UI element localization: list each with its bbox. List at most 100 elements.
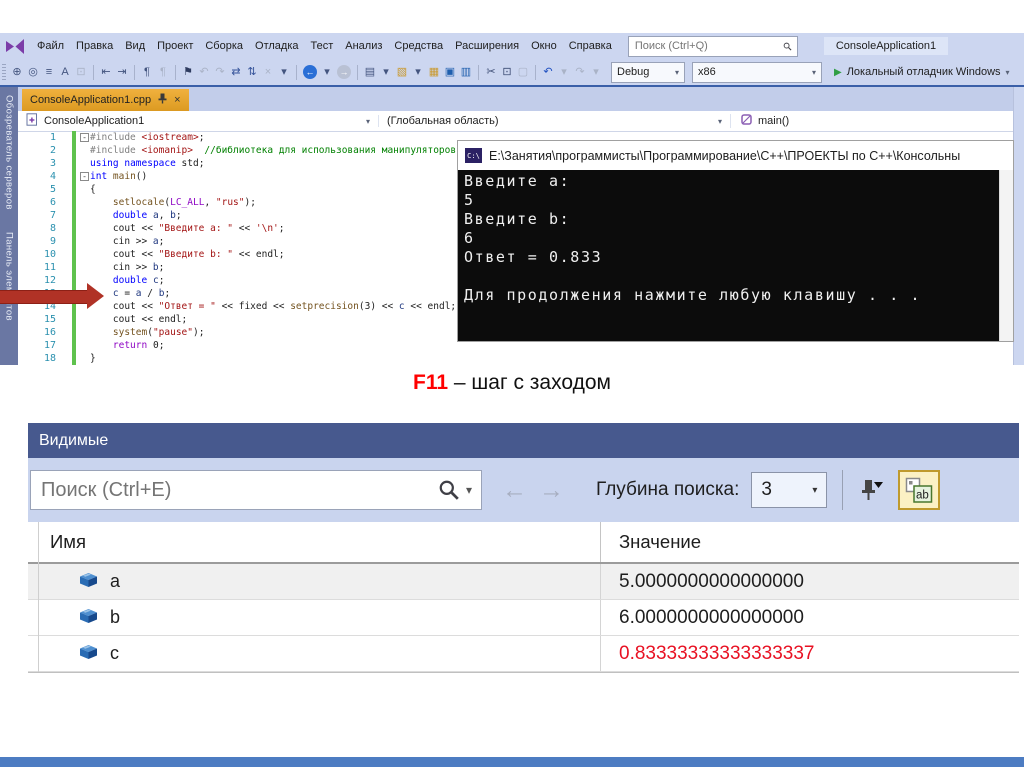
open-file-icon[interactable]: ▦	[427, 64, 442, 81]
variable-row-a[interactable]: a 5.0000000000000000	[28, 564, 1019, 600]
autos-panel-title-bar[interactable]: Видимые	[28, 423, 1019, 458]
project-dropdown[interactable]: ConsoleApplication1 ▾	[18, 113, 378, 129]
add-item-icon[interactable]: ▧	[395, 64, 410, 81]
quick-search[interactable]	[627, 35, 798, 57]
paste-icon[interactable]: ▢	[516, 64, 531, 81]
fold-slot-empty	[79, 222, 90, 235]
nav-back-caret-icon[interactable]: ▾	[320, 64, 335, 81]
menu-item-3[interactable]: Проект	[151, 40, 199, 52]
fold-slot-empty	[79, 157, 90, 170]
nav-back-icon[interactable]: ←	[303, 65, 317, 79]
show-raw-values-toggle[interactable]: ab	[898, 470, 941, 510]
font-size-icon[interactable]: A	[58, 64, 73, 81]
fold-slot-empty	[79, 352, 90, 365]
console-title-bar[interactable]: C:\ E:\Занятия\программисты\Программиров…	[458, 141, 1013, 170]
toolbar-grip-handle[interactable]	[2, 64, 6, 80]
quick-actions-icon[interactable]: ⊕	[10, 64, 25, 81]
nav-forward-icon[interactable]: →	[337, 65, 351, 79]
menu-item-9[interactable]: Расширения	[449, 40, 525, 52]
pin-filter-icon[interactable]	[858, 477, 884, 503]
next-bookmark-icon[interactable]: ↷	[213, 64, 228, 81]
toggle-bookmark-icon[interactable]: ⚑	[181, 64, 196, 81]
variable-cube-icon	[80, 643, 97, 664]
code-text: int main()	[90, 171, 148, 182]
line-number: 9	[49, 236, 56, 247]
menu-item-1[interactable]: Правка	[70, 40, 119, 52]
member-dropdown[interactable]: main()	[730, 114, 799, 128]
search-depth-label: Глубина поиска:	[596, 479, 740, 500]
copy-icon[interactable]: ⊡	[500, 64, 515, 81]
document-tab[interactable]: ConsoleApplication1.cpp ×	[22, 89, 189, 111]
history-back-icon[interactable]: ←	[502, 477, 527, 503]
fold-toggle-icon[interactable]: -	[79, 170, 90, 183]
menu-item-4[interactable]: Сборка	[199, 40, 249, 52]
history-forward-icon[interactable]: →	[539, 477, 564, 503]
toolbar-separator	[357, 64, 358, 80]
variables-table: Имя Значение a 5.0000000000000000 b 6.0000…	[28, 522, 1019, 673]
chevron-down-icon[interactable]: ▾	[466, 483, 472, 497]
new-file-caret-icon[interactable]: ▾	[379, 64, 394, 81]
close-icon[interactable]: ×	[174, 94, 180, 106]
add-item-caret-icon[interactable]: ▾	[411, 64, 426, 81]
outdent-icon[interactable]: ⇤	[99, 64, 114, 81]
toolbar-separator	[535, 64, 536, 80]
uncomment-icon[interactable]: ¶	[156, 64, 171, 81]
clear-bookmarks-icon[interactable]: ×	[261, 64, 276, 81]
platform-dropdown[interactable]: x86 ▾	[692, 61, 822, 83]
redo-caret-icon[interactable]: ▾	[589, 64, 604, 81]
menu-item-11[interactable]: Справка	[563, 40, 618, 52]
overflow-icon[interactable]: ▾	[277, 64, 292, 81]
solution-name: ConsoleApplication1	[823, 37, 949, 55]
chevron-down-icon: ▾	[365, 116, 370, 126]
paste-special-icon[interactable]: ⊡	[74, 64, 89, 81]
menu-item-2[interactable]: Вид	[119, 40, 151, 52]
line-number: 15	[43, 314, 56, 325]
autos-search[interactable]: ▾	[30, 470, 482, 510]
console-window[interactable]: C:\ E:\Занятия\программисты\Программиров…	[457, 140, 1014, 342]
pin-icon[interactable]	[158, 93, 167, 107]
autos-search-input[interactable]	[31, 478, 438, 502]
code-text: {	[90, 184, 96, 195]
import-bookmarks-icon[interactable]: ⇄	[229, 64, 244, 81]
search-depth-dropdown[interactable]: 3 ▾	[751, 472, 828, 508]
line-number: 2	[49, 145, 56, 156]
toolbar-separator	[175, 64, 176, 80]
menu-item-0[interactable]: Файл	[31, 40, 70, 52]
menu-bar: Файл Правка Вид Проект Сборка Отладка Тест Анал…	[0, 33, 1024, 59]
code-text: #include <iomanip> //библиотека для испо…	[90, 145, 457, 156]
editor-scrollbar[interactable]	[1013, 87, 1024, 365]
export-bookmarks-icon[interactable]: ⇅	[245, 64, 260, 81]
debug-config-dropdown[interactable]: Debug ▾	[611, 61, 685, 83]
undo-caret-icon[interactable]: ▾	[557, 64, 572, 81]
console-output: Введите a: 5 Введите b: 6 Ответ = 0.833 Для …	[458, 170, 1000, 341]
menu-item-10[interactable]: Окно	[525, 40, 563, 52]
quick-search-input[interactable]	[628, 40, 783, 52]
menu-item-5[interactable]: Отладка	[249, 40, 304, 52]
comment-icon[interactable]: ¶	[140, 64, 155, 81]
goto-member-icon[interactable]: ◎	[26, 64, 41, 81]
redo-icon[interactable]: ↷	[573, 64, 588, 81]
slide-caption: F11 – шаг с заходом	[0, 371, 1024, 395]
toolbar-separator	[93, 64, 94, 80]
start-debugging-button[interactable]: ▶ Локальный отладчик Windows ▾	[834, 66, 1010, 78]
search-icon	[783, 42, 792, 50]
new-file-icon[interactable]: ▤	[363, 64, 378, 81]
undo-icon[interactable]: ↶	[541, 64, 556, 81]
save-icon[interactable]: ▣	[443, 64, 458, 81]
variable-row-c[interactable]: c 0.83333333333333337	[28, 636, 1019, 672]
menu-item-7[interactable]: Анализ	[339, 40, 388, 52]
scope-dropdown[interactable]: (Глобальная область) ▾	[378, 115, 730, 127]
server-explorer-tab[interactable]: Обозреватель серверов	[4, 95, 15, 210]
menu-item-8[interactable]: Средства	[388, 40, 449, 52]
indent-icon[interactable]: ⇥	[115, 64, 130, 81]
member-list-icon[interactable]: ≡	[42, 64, 57, 81]
prev-bookmark-icon[interactable]: ↶	[197, 64, 212, 81]
caption-text: – шаг с заходом	[453, 371, 611, 394]
menu-item-6[interactable]: Тест	[305, 40, 340, 52]
cut-icon[interactable]: ✂	[484, 64, 499, 81]
console-scrollbar[interactable]	[999, 170, 1013, 341]
fold-toggle-icon[interactable]: -	[79, 131, 90, 144]
save-all-icon[interactable]: ▥	[459, 64, 474, 81]
console-line-2: Введите b:	[464, 210, 571, 228]
variable-row-b[interactable]: b 6.0000000000000000	[28, 600, 1019, 636]
